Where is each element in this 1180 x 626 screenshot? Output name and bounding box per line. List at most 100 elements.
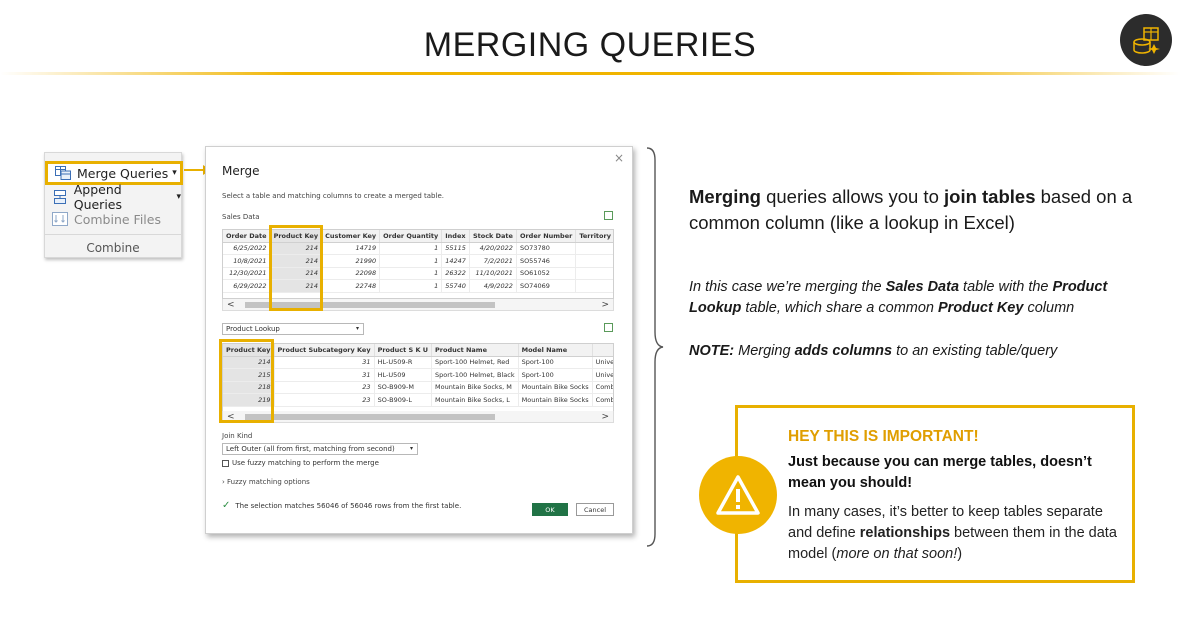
table-cell: Combination c — [592, 393, 613, 407]
desc-bold-join: join tables — [944, 186, 1036, 207]
note-bold: adds columns — [794, 343, 893, 359]
bottom-table-scrollbar[interactable]: < > — [222, 411, 614, 423]
table-cell: Sport-100 — [518, 356, 593, 370]
merge-note: NOTE: Merging adds columns to an existin… — [689, 341, 1159, 362]
desc-bold-merging: Merging — [689, 186, 761, 207]
note-text: table, which share a common — [741, 300, 939, 316]
desc-text: queries allows you to — [760, 186, 944, 207]
note-text: In this case we’re merging the — [689, 279, 886, 295]
checkbox-icon[interactable] — [222, 459, 229, 467]
table-cell: Mountain Bike Socks, L — [431, 393, 519, 407]
scroll-right-icon[interactable]: > — [601, 300, 609, 310]
note-bold: NOTE: — [689, 343, 735, 359]
second-table-select[interactable]: Product Lookup ▾ — [222, 323, 364, 335]
table-cell: 6/29/2022 — [223, 279, 271, 293]
callout-bold: relationships — [859, 525, 951, 541]
dialog-subtitle: Select a table and matching columns to c… — [222, 192, 444, 200]
cancel-button[interactable]: Cancel — [576, 503, 614, 516]
ribbon-group-label: Combine — [86, 241, 140, 255]
column-header[interactable]: Model Name — [518, 344, 593, 357]
note-bold: Product Key — [938, 300, 1024, 316]
table-cell: HL-U509 — [374, 368, 433, 382]
table-cell: 1 — [379, 267, 443, 281]
column-header[interactable]: Order Date — [223, 230, 271, 243]
append-queries-button[interactable]: Append Queries ▾ — [51, 182, 181, 212]
table-cell: SO-B909-L — [374, 393, 433, 407]
append-queries-icon — [51, 189, 69, 205]
table-cell: Sport-100 — [518, 368, 593, 382]
table-cell: 31 — [274, 368, 375, 382]
table-cell: Combination c — [592, 381, 613, 395]
scroll-left-icon[interactable]: < — [227, 300, 235, 310]
column-header[interactable]: Product Subcategory Key — [274, 344, 375, 357]
ok-button[interactable]: OK — [532, 503, 568, 516]
note-text: table with the — [959, 279, 1053, 295]
close-icon[interactable]: × — [614, 151, 624, 165]
table-cell: Mountain Bike Socks — [518, 393, 593, 407]
merge-description: Merging queries allows you to join table… — [689, 184, 1159, 236]
column-header[interactable]: Territory — [575, 230, 613, 243]
table-cell: 1 — [379, 242, 443, 256]
table-cell: 23 — [274, 393, 375, 407]
table-cell: 55115 — [441, 242, 470, 256]
scroll-thumb[interactable] — [245, 414, 495, 420]
note-bold: Sales Data — [885, 279, 960, 295]
column-header[interactable]: Index — [441, 230, 470, 243]
table-cell: SO61052 — [516, 267, 577, 281]
product-key-highlight-bottom — [219, 339, 274, 423]
table-row: 219 23 SO-B909-L Mountain Bike Socks, L Moun… — [223, 393, 613, 407]
note-text: Merging — [734, 343, 795, 359]
table-row: 215 31 HL-U509 Sport-100 Helmet, Black Sport… — [223, 368, 613, 382]
column-header[interactable] — [592, 344, 613, 357]
column-header[interactable]: Product S K U — [374, 344, 433, 357]
table-cell: Universal fit, w — [592, 356, 613, 370]
table-cell: 6/25/2022 — [223, 242, 271, 256]
join-kind-select[interactable]: Left Outer (all from first, matching fro… — [222, 443, 418, 455]
column-header[interactable]: Customer Key — [321, 230, 381, 243]
scroll-right-icon[interactable]: > — [601, 412, 609, 422]
note-text: to an existing table/query — [892, 343, 1058, 359]
table-cell: Sport-100 Helmet, Red — [431, 356, 519, 370]
callout-italic: more on that soon! — [836, 546, 958, 562]
fuzzy-matching-label: Use fuzzy matching to perform the merge — [232, 459, 379, 467]
match-status: ✓ The selection matches 56046 of 56046 r… — [222, 500, 461, 511]
table-cell: 26322 — [441, 267, 470, 281]
fuzzy-matching-options-toggle[interactable]: › Fuzzy matching options — [222, 478, 310, 486]
second-table-value: Product Lookup — [226, 325, 280, 333]
table-cell: 23 — [274, 381, 375, 395]
column-header[interactable]: Product Name — [431, 344, 519, 357]
fuzzy-matching-checkbox[interactable]: Use fuzzy matching to perform the merge — [222, 459, 379, 467]
table-row: 218 23 SO-B909-M Mountain Bike Socks, M Moun… — [223, 381, 613, 395]
table-cell: Universal fit, w — [592, 368, 613, 382]
table-cell: 12/30/2021 — [223, 267, 271, 281]
preview-icon[interactable] — [604, 323, 613, 332]
dialog-title: Merge — [222, 164, 260, 178]
merge-queries-label: Merge Queries — [77, 165, 169, 181]
note-text: column — [1023, 300, 1075, 316]
merge-dialog: × Merge Select a table and matching colu… — [205, 146, 633, 534]
column-header[interactable]: Order Number — [516, 230, 577, 243]
table-cell: 7/2/2021 — [469, 254, 517, 268]
table-cell: 22748 — [321, 279, 381, 293]
combine-files-label: Combine Files — [74, 211, 161, 227]
callout-title: HEY THIS IS IMPORTANT! — [788, 428, 979, 445]
join-kind-value: Left Outer (all from first, matching fro… — [226, 445, 395, 453]
table-cell: SO55746 — [516, 254, 577, 268]
table-cell: Sport-100 Helmet, Black — [431, 368, 519, 382]
column-header[interactable]: Stock Date — [469, 230, 517, 243]
table-cell — [575, 279, 613, 293]
table-cell: Mountain Bike Socks — [518, 381, 593, 395]
bottom-table-grid: Product Key Product Subcategory Key Produc… — [222, 343, 614, 413]
table-cell: 11/10/2021 — [469, 267, 517, 281]
table-cell: HL-U509-R — [374, 356, 433, 370]
table-cell: 4/9/2022 — [469, 279, 517, 293]
combine-files-button[interactable]: Combine Files — [51, 209, 161, 229]
combine-files-icon — [51, 211, 69, 227]
title-divider — [0, 72, 1180, 75]
table-cell — [575, 267, 613, 281]
merge-queries-icon — [54, 165, 72, 181]
preview-icon[interactable] — [604, 211, 613, 220]
table-cell: 1 — [379, 254, 443, 268]
column-header[interactable]: Order Quantity — [379, 230, 443, 243]
callout-headline: Just because you can merge tables, doesn… — [788, 454, 1092, 491]
